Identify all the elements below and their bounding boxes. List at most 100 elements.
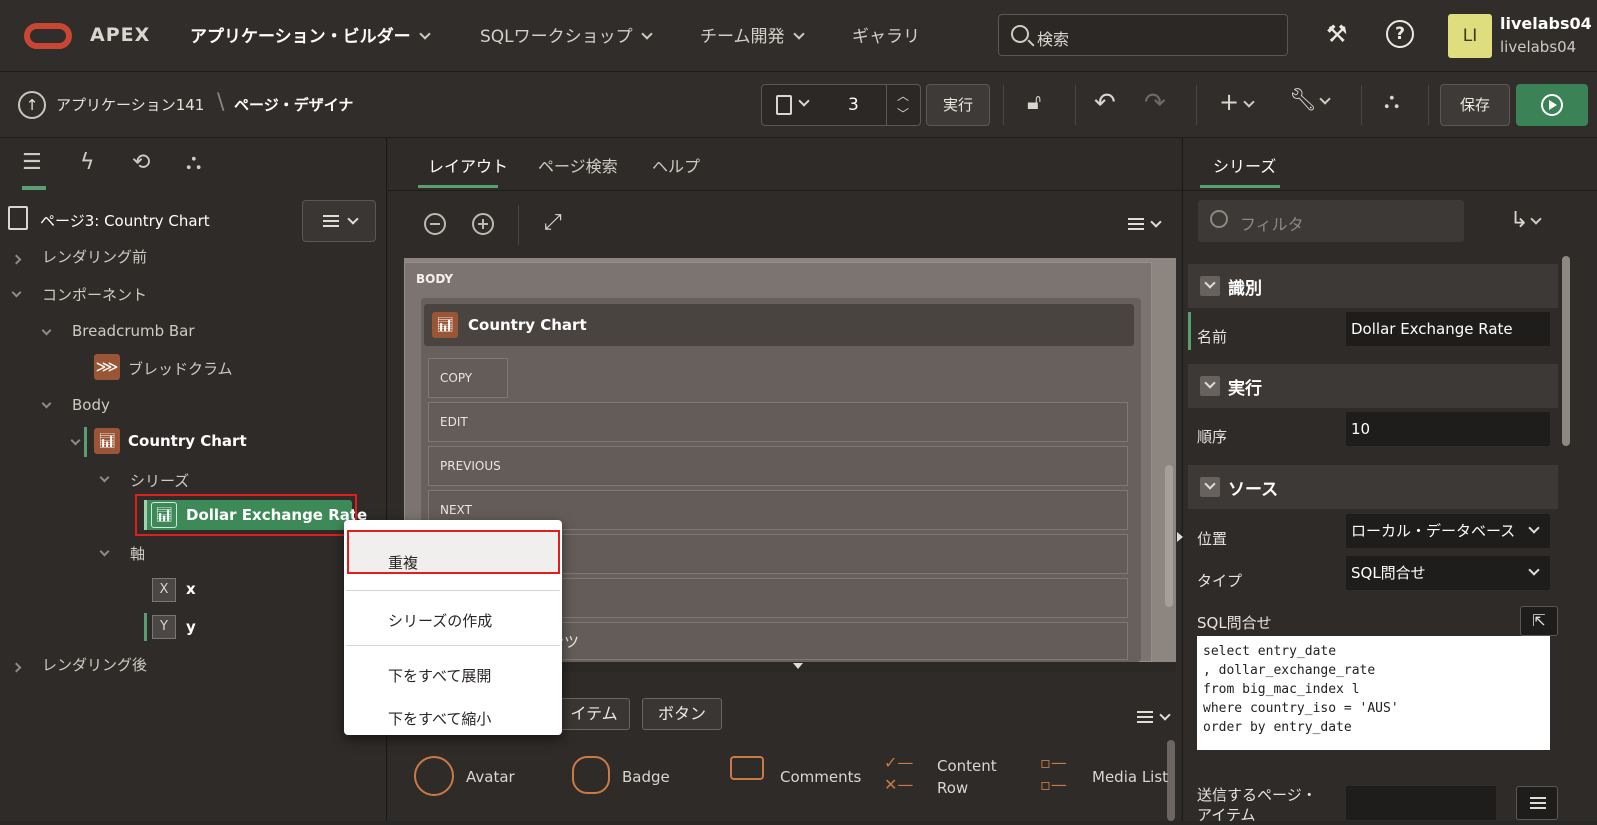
go-to-group-icon[interactable]: ↳ (1510, 208, 1543, 233)
tree-axis-x[interactable]: x (186, 580, 196, 598)
help-icon[interactable]: ? (1386, 20, 1414, 48)
tree-menu-button[interactable] (302, 200, 376, 242)
avatar-icon[interactable] (414, 756, 454, 796)
save-button[interactable]: 保存 (1440, 84, 1510, 126)
user-name[interactable]: livelabs04 (1500, 14, 1592, 33)
apex-brand[interactable]: APEX (90, 24, 150, 46)
comments-icon[interactable] (730, 756, 764, 780)
type-select[interactable]: SQL問合せ (1346, 556, 1550, 590)
page-number-value[interactable]: 3 (848, 95, 859, 115)
tree-page-title[interactable]: ページ3: Country Chart (40, 210, 210, 231)
nav-gallery[interactable]: ギャラリ (852, 22, 920, 47)
label-submit-items-2: アイテム (1197, 806, 1256, 824)
tree-country-chart[interactable]: Country Chart (128, 432, 247, 450)
expand-icon[interactable]: ⤢ (544, 210, 562, 235)
rendering-tab-icon[interactable]: ☰ (22, 150, 42, 175)
tab-series[interactable]: シリーズ (1213, 153, 1276, 177)
splitter-arrow-icon[interactable] (793, 663, 803, 669)
tree-after-render[interactable]: レンダリング後 (42, 654, 147, 675)
run-page-button[interactable] (1516, 84, 1588, 126)
gallery-row[interactable]: Row (937, 779, 968, 797)
code-editor-icon[interactable]: ⇱ (1520, 606, 1558, 636)
nav-app-builder[interactable]: アプリケーション・ビルダー (190, 22, 431, 47)
zoom-in-icon[interactable] (472, 213, 494, 235)
tree-axis-y[interactable]: y (186, 618, 196, 636)
collapse-panel-icon[interactable] (1177, 532, 1183, 542)
gallery-media-list[interactable]: Media List (1092, 768, 1168, 786)
gallery-content[interactable]: Content (937, 757, 997, 775)
highlight-box (135, 494, 357, 536)
breadcrumb-application[interactable]: アプリケーション141 (56, 94, 204, 115)
redo-icon[interactable]: ↷ (1144, 88, 1166, 118)
chevron-down-icon (798, 95, 810, 107)
tree-before-render[interactable]: レンダリング前 (42, 246, 147, 267)
content-row-icon[interactable]: ✓— ✕— (884, 752, 913, 796)
page-number-selector[interactable]: 3 ︿ ﹀ (761, 84, 921, 126)
list-picker-icon[interactable] (1516, 786, 1558, 820)
media-list-icon[interactable]: ▫— ▫— (1040, 752, 1067, 796)
zoom-out-icon[interactable] (424, 213, 446, 235)
layout-scrollbar[interactable] (1165, 465, 1173, 607)
page-down-icon[interactable]: ﹀ (897, 105, 909, 122)
tree-axes[interactable]: 軸 (130, 543, 145, 564)
menu-item-expand-all[interactable]: 下をすべて展開 (388, 665, 491, 686)
menu-item-collapse-all[interactable]: 下をすべて縮小 (388, 708, 491, 729)
menu-item-duplicate[interactable]: 重複 (388, 552, 418, 573)
administration-icon[interactable]: ⚒ (1326, 20, 1348, 48)
user-avatar[interactable]: LI (1448, 14, 1492, 58)
tree-components[interactable]: コンポーネント (42, 284, 147, 305)
gallery-comments[interactable]: Comments (780, 768, 861, 786)
badge-icon[interactable] (572, 756, 610, 794)
tab-layout[interactable]: レイアウト (428, 153, 508, 177)
tree-breadcrumb[interactable]: ブレッドクラム (128, 358, 233, 379)
create-icon[interactable]: + (1219, 88, 1255, 116)
sequence-field[interactable]: 10 (1346, 412, 1550, 446)
arrow-up-icon[interactable]: ↑ (18, 91, 46, 119)
go-button[interactable]: 実行 (926, 84, 990, 126)
oracle-logo[interactable] (24, 23, 72, 49)
chevron-down-icon (1528, 564, 1540, 576)
processing-tab-icon[interactable]: ⟲ (132, 150, 150, 175)
user-workspace: livelabs04 (1500, 38, 1577, 56)
page-up-icon[interactable]: ︿ (897, 87, 909, 104)
unlock-icon[interactable]: 🔓︎ (1027, 90, 1041, 115)
sql-query-textarea[interactable]: select entry_date , dollar_exchange_rate… (1197, 636, 1550, 750)
y-axis-icon: Y (152, 615, 176, 639)
x-axis-icon: X (152, 578, 176, 602)
slot-previous[interactable]: PREVIOUS (428, 446, 1128, 486)
slot-copy[interactable]: COPY (428, 358, 508, 398)
gallery-tab-buttons[interactable]: ボタン (642, 698, 722, 730)
region-title: Country Chart (468, 316, 587, 334)
gallery-scrollbar[interactable] (1167, 740, 1175, 821)
undo-icon[interactable]: ↶ (1094, 88, 1116, 118)
nav-sql-workshop[interactable]: SQLワークショップ (480, 22, 653, 47)
tab-page-search[interactable]: ページ検索 (538, 153, 618, 177)
tree-body[interactable]: Body (72, 396, 110, 414)
property-filter-input[interactable]: フィルタ (1198, 200, 1464, 242)
gallery-avatar[interactable]: Avatar (466, 768, 515, 786)
label-location: 位置 (1197, 530, 1228, 548)
tab-help[interactable]: ヘルプ (652, 153, 700, 177)
slot-edit[interactable]: EDIT (428, 402, 1128, 442)
section-identification[interactable]: 識別 (1188, 264, 1558, 308)
gallery-badge[interactable]: Badge (622, 768, 670, 786)
shared-components-tab-icon[interactable]: ⛬ (186, 150, 201, 175)
dynamic-actions-tab-icon[interactable]: ϟ (80, 150, 95, 175)
utilities-icon[interactable]: 🔧︎ (1289, 88, 1331, 113)
menu-item-create-series[interactable]: シリーズの作成 (388, 610, 492, 631)
shared-components-icon[interactable]: ⛬ (1384, 89, 1399, 114)
chevron-down-icon (1200, 477, 1220, 497)
section-source[interactable]: ソース (1188, 465, 1558, 509)
section-execution[interactable]: 実行 (1188, 364, 1558, 408)
chevron-down-icon (1530, 213, 1543, 225)
tree-series[interactable]: シリーズ (130, 470, 189, 491)
label-name: 名前 (1197, 328, 1228, 346)
name-field[interactable]: Dollar Exchange Rate (1346, 312, 1550, 346)
location-select[interactable]: ローカル・データベース (1346, 514, 1550, 548)
global-search-input[interactable]: 検索 (998, 14, 1288, 56)
submit-items-field[interactable] (1346, 786, 1496, 820)
chevron-down-icon (419, 28, 431, 40)
tree-breadcrumb-bar[interactable]: Breadcrumb Bar (72, 322, 195, 340)
nav-team-dev[interactable]: チーム開発 (700, 22, 805, 47)
property-scrollbar[interactable] (1562, 256, 1570, 446)
